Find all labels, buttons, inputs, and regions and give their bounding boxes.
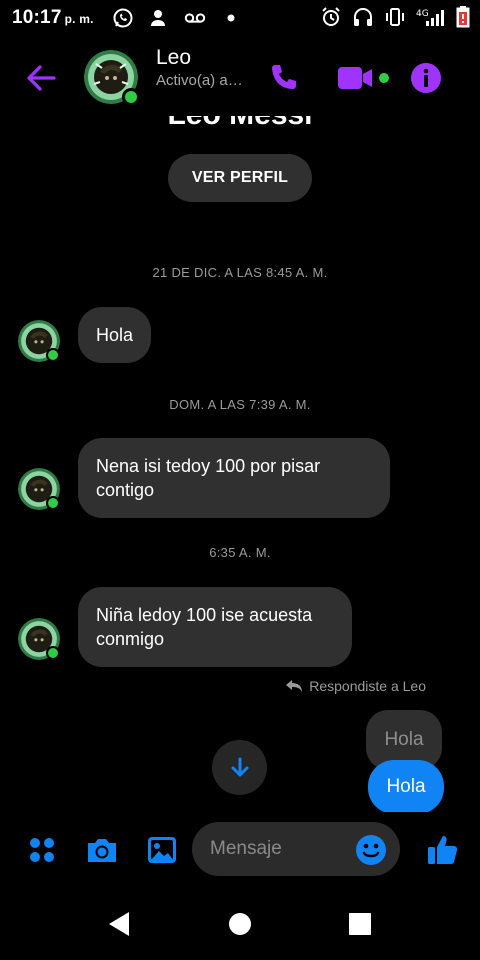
online-indicator [46, 646, 60, 660]
status-bar: 10:17 p. m. 4G [0, 0, 480, 36]
voicemail-icon [184, 7, 206, 29]
profile-name-partial: Leo Messi [0, 116, 480, 132]
reply-note-text: Respondiste a Leo [309, 678, 426, 694]
reply-note: Respondiste a Leo [285, 678, 426, 694]
scroll-down-button[interactable] [212, 740, 267, 795]
reply-arrow-icon [286, 680, 303, 692]
incoming-message[interactable]: Nena isi tedoy 100 por pisar contigo [78, 438, 390, 518]
system-nav-bar [0, 888, 480, 960]
apps-icon[interactable] [24, 832, 60, 868]
composer [0, 812, 480, 888]
incoming-message[interactable]: Niña ledoy 100 ise acuesta conmigo [78, 587, 352, 667]
alarm-icon [320, 6, 342, 28]
arrow-down-icon [231, 757, 248, 776]
svg-text:4G: 4G [416, 9, 429, 19]
gallery-icon[interactable] [144, 832, 180, 868]
contact-status: Activo(a) a… [156, 72, 243, 89]
contact-name[interactable]: Leo [156, 46, 191, 70]
timestamp: 6:35 A. M. [209, 545, 271, 560]
home-circle-icon[interactable] [226, 910, 254, 938]
message-list[interactable]: Leo Messi VER PERFIL 21 DE DIC. A LAS 8:… [0, 116, 480, 812]
back-triangle-icon[interactable] [104, 910, 132, 938]
timestamp: DOM. A LAS 7:39 A. M. [169, 397, 311, 412]
vibrate-icon [384, 6, 406, 28]
online-indicator [46, 348, 60, 362]
view-profile-button[interactable]: VER PERFIL [168, 154, 312, 202]
whatsapp-icon [112, 7, 134, 29]
outgoing-message[interactable]: Hola [368, 760, 444, 812]
person-icon [148, 7, 170, 29]
dot-icon [220, 7, 242, 29]
chat-header: Leo Activo(a) a… [0, 40, 480, 116]
incoming-message[interactable]: Hola [78, 307, 152, 363]
back-arrow-icon[interactable] [24, 62, 58, 94]
phone-icon[interactable] [264, 60, 304, 96]
online-indicator [46, 496, 60, 510]
emoji-icon[interactable] [355, 834, 387, 866]
video-call-icon[interactable] [334, 60, 394, 96]
info-icon[interactable] [406, 60, 446, 96]
clock: 10:17 p. m. [12, 7, 94, 28]
thumbs-up-icon[interactable] [422, 832, 462, 868]
headphones-icon [352, 6, 374, 28]
battery-icon [456, 6, 470, 28]
recents-square-icon[interactable] [346, 910, 374, 938]
signal-icon: 4G [416, 6, 446, 28]
camera-icon[interactable] [84, 832, 120, 868]
online-indicator [122, 88, 140, 106]
timestamp: 21 DE DIC. A LAS 8:45 A. M. [152, 265, 328, 280]
